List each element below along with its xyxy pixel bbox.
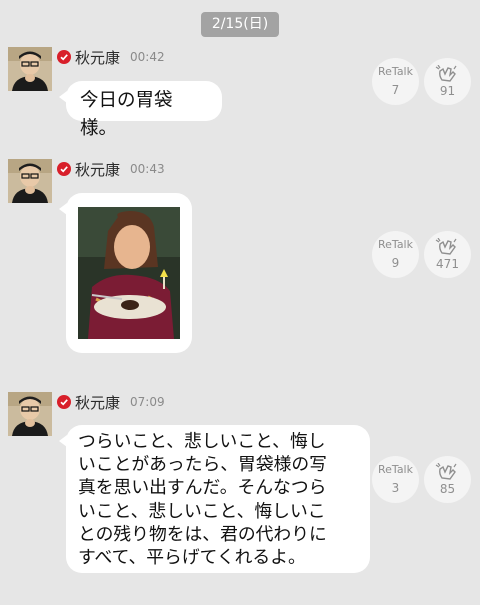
clapping-hands-icon [435,64,456,82]
message-time: 00:43 [130,162,165,176]
message-text-line: つらいこと、悲しいこと、悔し [78,431,326,452]
clap-count: 471 [436,256,459,271]
retalk-label: ReTalk [378,238,413,251]
message-time: 07:09 [130,395,165,409]
message-text-line: すべて、平らげてくれるよ。 [78,547,306,569]
avatar[interactable] [8,159,52,203]
clap-count: 91 [439,83,456,98]
clap-count: 85 [439,481,456,496]
food-photo[interactable] [78,207,180,339]
retalk-button[interactable]: ReTalk 7 [372,58,419,105]
retalk-label: ReTalk [378,463,413,476]
retalk-count: 7 [391,83,400,97]
author-name[interactable]: 秋元康 [75,47,120,68]
date-separator: 2/15(日) [201,12,279,37]
check-badge-icon [57,50,71,64]
clap-button[interactable]: 91 [424,58,471,105]
retalk-count: 3 [391,481,400,495]
message-text-line: いことがあったら、胃袋様の写 [78,454,327,476]
clapping-hands-icon [435,462,456,480]
message-text-line: 真を思い出すんだ。そんなつら [78,477,327,499]
author-name[interactable]: 秋元康 [75,159,120,180]
message-text: 今日の胃袋様。 [80,90,173,139]
retalk-button[interactable]: ReTalk 3 [372,456,419,503]
message-header: 秋元康 00:42 [57,47,165,67]
message-bubble: つらいこと、悲しいこと、悔し いことがあったら、胃袋様の写 真を思い出すんだ。そ… [59,425,370,573]
clap-button[interactable]: 85 [424,456,471,503]
message-text-line: との残り物をは、君の代わりに [78,523,327,545]
avatar[interactable] [8,392,52,436]
photo-bubble [59,193,192,353]
retalk-button[interactable]: ReTalk 9 [372,231,419,278]
message-header: 秋元康 07:09 [57,392,165,412]
retalk-count: 9 [391,256,400,270]
clap-button[interactable]: 471 [424,231,471,278]
avatar[interactable] [8,47,52,91]
avatar-image [8,392,52,436]
message-time: 00:42 [130,50,165,64]
author-name[interactable]: 秋元康 [75,392,120,413]
check-badge-icon [57,162,71,176]
message-bubble: 今日の胃袋様。 [59,81,222,139]
retalk-label: ReTalk [378,65,413,78]
avatar-image [8,159,52,203]
avatar-image [8,47,52,91]
clapping-hands-icon [435,237,456,255]
check-badge-icon [57,395,71,409]
message-header: 秋元康 00:43 [57,159,165,179]
message-text-line: いこと、悲しいこと、悔しいこ [78,500,326,522]
